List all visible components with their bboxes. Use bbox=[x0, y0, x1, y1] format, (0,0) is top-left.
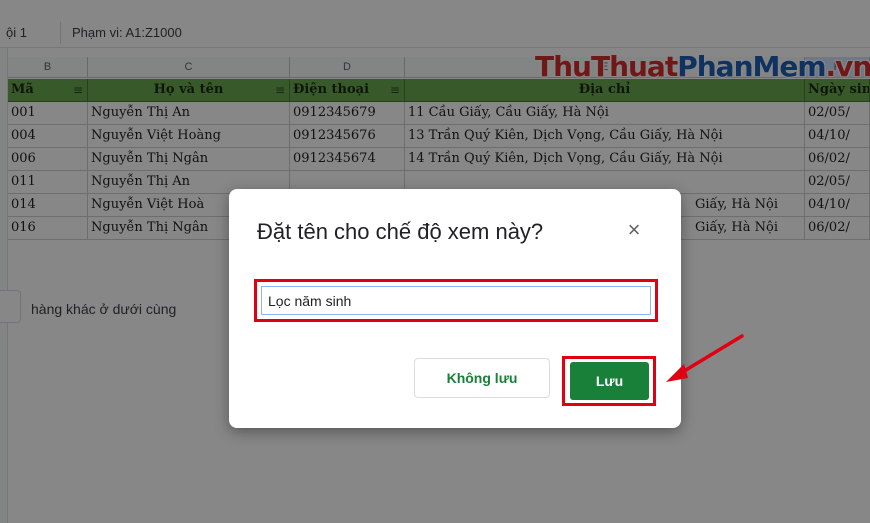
view-name-input[interactable] bbox=[261, 286, 651, 315]
close-icon[interactable]: × bbox=[623, 219, 645, 241]
dont-save-button[interactable]: Không lưu bbox=[414, 358, 550, 398]
dialog-title: Đặt tên cho chế độ xem này? bbox=[257, 219, 544, 244]
pointer-arrow-icon bbox=[666, 334, 744, 382]
save-view-dialog: Đặt tên cho chế độ xem này? × Không lưu … bbox=[229, 189, 681, 428]
save-button[interactable]: Lưu bbox=[570, 362, 649, 400]
